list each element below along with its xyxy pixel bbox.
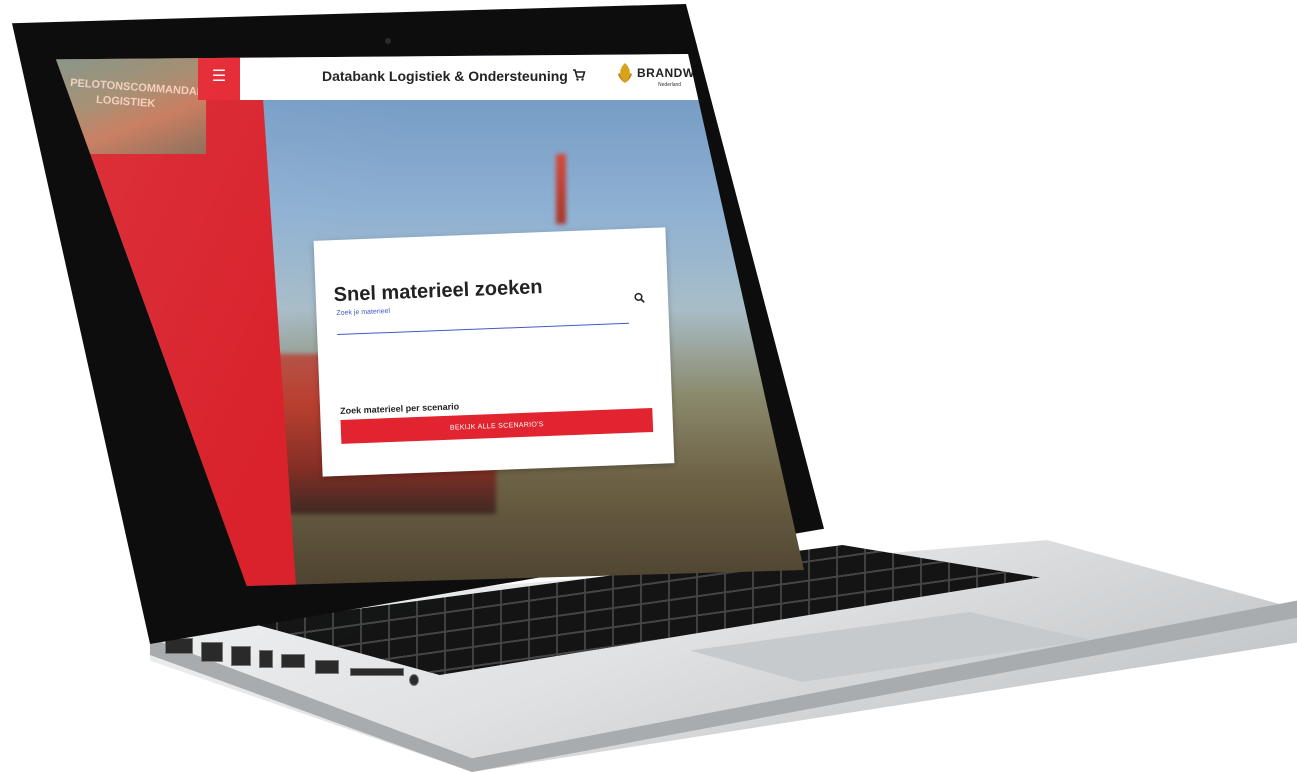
- shopping-cart-icon[interactable]: [572, 68, 586, 87]
- firewire-port: [231, 646, 251, 666]
- display-port: [259, 650, 273, 668]
- app-title: Databank Logistiek & Ondersteuning: [322, 68, 568, 84]
- hamburger-menu-icon: ☰: [211, 68, 227, 85]
- menu-button[interactable]: ☰: [198, 54, 240, 100]
- usb-port-2: [315, 660, 339, 674]
- search-icon[interactable]: [634, 290, 646, 308]
- search-card-title: Snel materieel zoeken: [333, 276, 543, 307]
- brandweer-logo[interactable]: BRANDWEER Nederland: [615, 62, 720, 89]
- background-flag: [556, 154, 566, 224]
- power-port: [201, 642, 223, 662]
- sd-card-slot: [350, 668, 404, 676]
- search-input-label: Zoek je materieel: [336, 307, 391, 318]
- logo-text: BRANDWEER: [637, 66, 721, 80]
- photo-text-line1: PELOTONSCOMMANDANT: [69, 77, 212, 99]
- scenario-label: Zoek materieel per scenario: [339, 401, 460, 416]
- search-card: Snel materieel zoeken Zoek je materieel …: [313, 227, 675, 477]
- usb-port-1: [281, 654, 305, 668]
- laptop-ports: [165, 630, 419, 710]
- audio-jack: [409, 674, 419, 686]
- top-bar: Databank Logistiek & Ondersteuning BRAND…: [240, 54, 804, 100]
- brandweer-emblem-icon: [618, 63, 632, 83]
- webcam: [385, 38, 391, 44]
- logo-subtext: Nederland: [658, 82, 682, 88]
- photo-text-line2: LOGISTIEK: [95, 93, 156, 111]
